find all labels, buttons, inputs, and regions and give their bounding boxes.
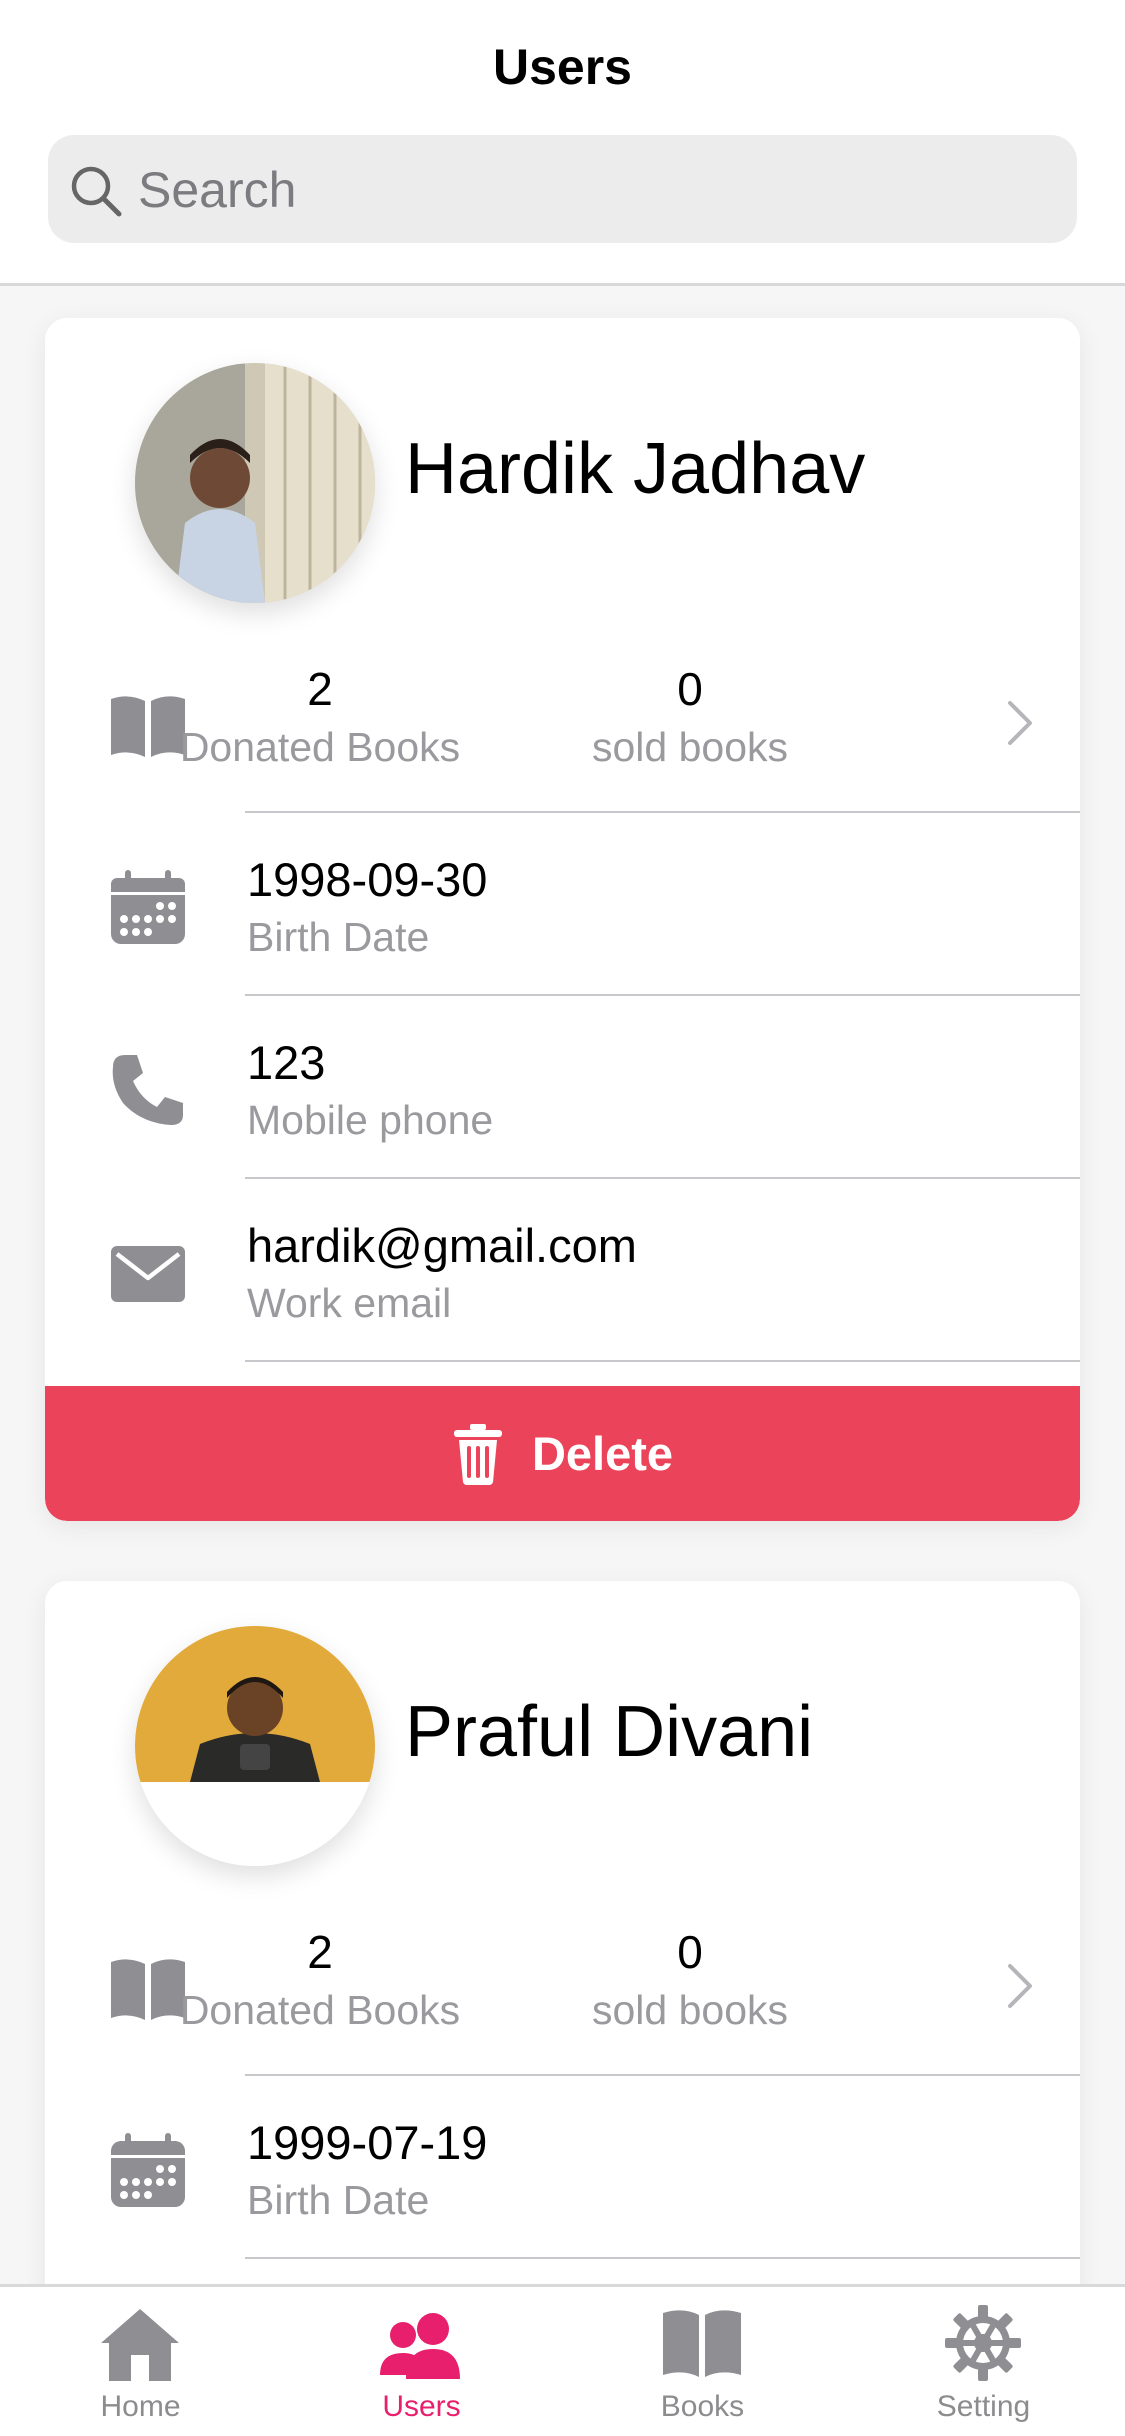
divider	[245, 1177, 1080, 1179]
divider	[245, 2074, 1080, 2076]
book-icon	[663, 2310, 741, 2377]
header: Users	[0, 0, 1125, 286]
sold-books-label: sold books	[591, 724, 788, 770]
page-title: Users	[493, 39, 632, 95]
email-value: hardik@gmail.com	[247, 1219, 637, 1272]
search-bar[interactable]	[48, 135, 1077, 243]
calendar-icon	[111, 870, 185, 944]
books-row[interactable]: 2 Donated Books 0 sold books	[45, 631, 1080, 813]
delete-button[interactable]: Delete	[45, 1386, 1080, 1521]
birth-date-value: 1998-09-30	[247, 853, 488, 906]
tab-users-label: Users	[382, 2390, 461, 2423]
tab-bar: Home Users Books Setting	[0, 2284, 1125, 2436]
sold-books-count: 0	[677, 663, 703, 715]
user-card: Praful Divani 2 Donated Books 0 sold boo…	[45, 1581, 1080, 2284]
chevron-right-icon[interactable]	[1000, 1956, 1040, 2016]
divider	[245, 1360, 1080, 1362]
divider	[245, 811, 1080, 813]
divider	[245, 2257, 1080, 2259]
tab-books-label: Books	[660, 2390, 745, 2423]
birth-date-label: Birth Date	[247, 2177, 430, 2223]
donated-books-count: 2	[307, 663, 333, 715]
donated-books-label: Donated Books	[179, 1987, 461, 2033]
phone-label: Mobile phone	[247, 1097, 494, 1143]
donated-books-count: 2	[307, 1926, 333, 1978]
trash-icon	[453, 1423, 502, 1485]
search-icon	[71, 166, 122, 217]
tab-books[interactable]: Books	[562, 2287, 843, 2436]
sold-books-count: 0	[677, 1926, 703, 1978]
phone-value: 123	[247, 1036, 326, 1089]
divider	[245, 994, 1080, 996]
avatar[interactable]	[135, 1626, 375, 1866]
mail-icon	[111, 1246, 185, 1302]
user-list[interactable]: Hardik Jadhav 2 Donated Books 0 sold boo…	[0, 286, 1125, 2284]
birth-date-label: Birth Date	[247, 914, 430, 960]
tab-setting[interactable]: Setting	[843, 2287, 1124, 2436]
search-input[interactable]	[136, 149, 1040, 231]
birth-date-row: 1998-09-30 Birth Date	[45, 814, 1080, 996]
gear-icon	[945, 2305, 1021, 2381]
chevron-right-icon[interactable]	[1000, 693, 1040, 753]
tab-setting-label: Setting	[936, 2390, 1031, 2423]
tab-users[interactable]: Users	[281, 2287, 562, 2436]
delete-label: Delete	[531, 1427, 674, 1480]
email-row[interactable]: hardik@gmail.com Work email	[45, 1180, 1080, 1362]
phone-row[interactable]: 123 Mobile phone	[45, 997, 1080, 1179]
phone-icon	[112, 1055, 183, 1125]
birth-date-value: 1999-07-19	[247, 2116, 488, 2169]
user-name: Praful Divani	[405, 1692, 814, 1772]
sold-books-label: sold books	[591, 1987, 788, 2033]
birth-date-row: 1999-07-19 Birth Date	[45, 2077, 1080, 2259]
donated-books-label: Donated Books	[179, 724, 461, 770]
home-icon	[101, 2309, 179, 2381]
user-name: Hardik Jadhav	[405, 429, 866, 509]
books-row[interactable]: 2 Donated Books 0 sold books	[45, 1894, 1080, 2076]
user-card: Hardik Jadhav 2 Donated Books 0 sold boo…	[45, 318, 1080, 1521]
tab-home-label: Home	[100, 2390, 181, 2423]
email-label: Work email	[247, 1280, 452, 1326]
avatar[interactable]	[135, 363, 375, 603]
calendar-icon	[111, 2133, 185, 2207]
users-icon	[380, 2313, 460, 2379]
tab-home[interactable]: Home	[0, 2287, 281, 2436]
